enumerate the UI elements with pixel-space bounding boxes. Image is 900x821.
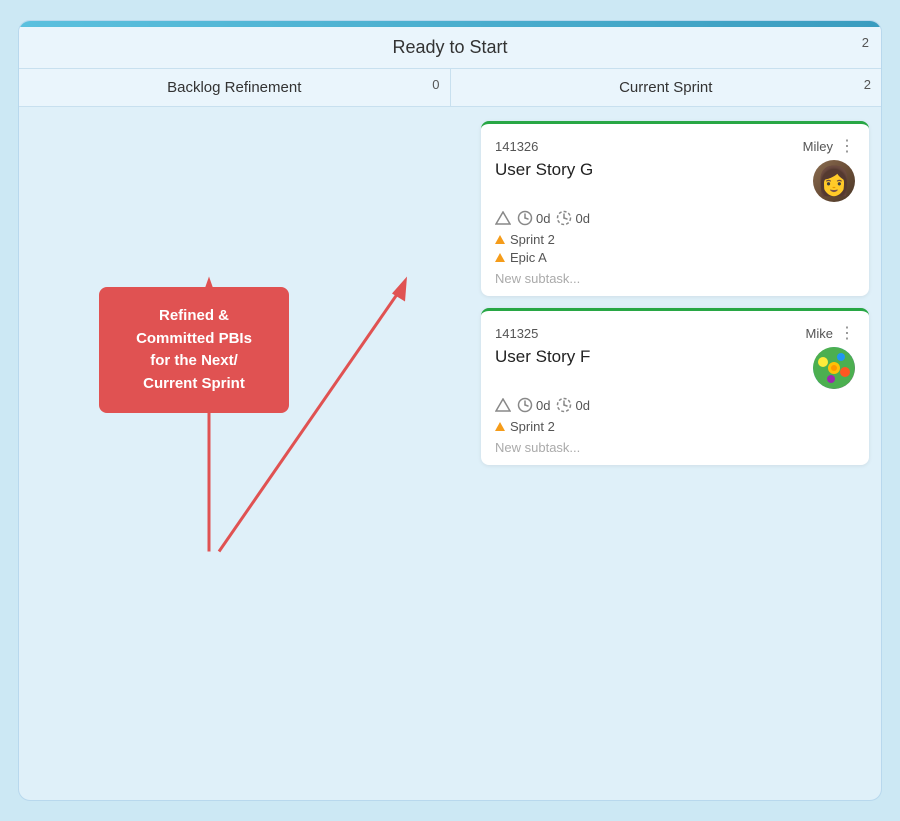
card-2-id: 141325 [495,326,538,341]
card-1-epic-arrow [495,253,505,262]
card-1-sprint-arrow [495,235,505,244]
columns-row: Backlog Refinement 0 Current Sprint 2 [19,69,881,107]
triangle-icon [495,211,511,225]
card-1-epic-label: Epic A [510,250,547,265]
triangle-icon-2 [495,398,511,412]
card-2-triangle-icon [495,398,511,412]
card-1-new-subtask[interactable]: New subtask... [495,271,855,286]
clock-solid-icon [517,210,533,226]
card-2-sprint-tag: Sprint 2 [495,419,855,434]
label-box: Refined &Committed PBIsfor the Next/Curr… [99,287,289,413]
card-2-header: 141325 Mike ⋮ [495,323,855,343]
current-sprint-label: Current Sprint [619,79,712,96]
card-2-clock-val: 0d [536,398,550,413]
clock-dashed-icon-2 [556,397,572,413]
right-column: 141326 Miley ⋮ User Story G [469,107,881,776]
card-1-metrics: 0d 0d [495,210,855,226]
card-1-clock-solid: 0d [517,210,550,226]
card-1-assignee-row: Miley ⋮ [803,136,855,156]
main-container: Ready to Start 2 Backlog Refinement 0 Cu… [18,20,882,801]
ready-to-start-badge: 2 [862,35,869,50]
mike-avatar-svg [813,347,855,389]
card-2-title: User Story F [495,347,590,367]
card-1-clock-val: 0d [536,211,550,226]
backlog-refinement-header[interactable]: Backlog Refinement 0 [19,69,451,106]
card-1-clock-dashed: 0d [556,210,589,226]
backlog-label: Backlog Refinement [167,79,301,96]
card-2-new-subtask[interactable]: New subtask... [495,440,855,455]
current-sprint-badge: 2 [864,77,871,92]
card-1-header: 141326 Miley ⋮ [495,136,855,156]
backlog-badge: 0 [432,77,439,92]
card-2-sprint-arrow [495,422,505,431]
current-sprint-header[interactable]: Current Sprint 2 [451,69,882,106]
ready-to-start-row: Ready to Start 2 [19,27,881,69]
story-card-2: 141325 Mike ⋮ User Story F [481,308,869,465]
card-2-sprint-label: Sprint 2 [510,419,555,434]
card-2-menu[interactable]: ⋮ [839,323,855,343]
story-card-1: 141326 Miley ⋮ User Story G [481,121,869,296]
left-column: Refined &Committed PBIsfor the Next/Curr… [19,107,469,776]
ready-to-start-title: Ready to Start [35,37,865,58]
card-2-assignee: Mike [806,326,833,341]
card-1-body: User Story G [495,160,855,202]
card-1-epic-tag: Epic A [495,250,855,265]
card-2-clock-solid: 0d [517,397,550,413]
clock-dashed-icon [556,210,572,226]
card-2-assignee-row: Mike ⋮ [806,323,855,343]
card-1-menu[interactable]: ⋮ [839,136,855,156]
card-2-clock-dashed: 0d [556,397,589,413]
card-2-metrics: 0d 0d [495,397,855,413]
card-1-id: 141326 [495,139,538,154]
card-1-title: User Story G [495,160,593,180]
label-box-text: Refined &Committed PBIsfor the Next/Curr… [136,307,252,392]
main-content: Refined &Committed PBIsfor the Next/Curr… [19,107,881,776]
card-1-dashed-val: 0d [575,211,589,226]
card-2-dashed-val: 0d [575,398,589,413]
card-1-triangle-icon [495,211,511,225]
card-1-avatar [813,160,855,202]
card-2-body: User Story F [495,347,855,389]
clock-solid-icon-2 [517,397,533,413]
card-1-sprint-tag: Sprint 2 [495,232,855,247]
arrows-svg [19,107,469,776]
card-2-avatar [813,347,855,389]
card-1-assignee: Miley [803,139,833,154]
card-1-sprint-label: Sprint 2 [510,232,555,247]
